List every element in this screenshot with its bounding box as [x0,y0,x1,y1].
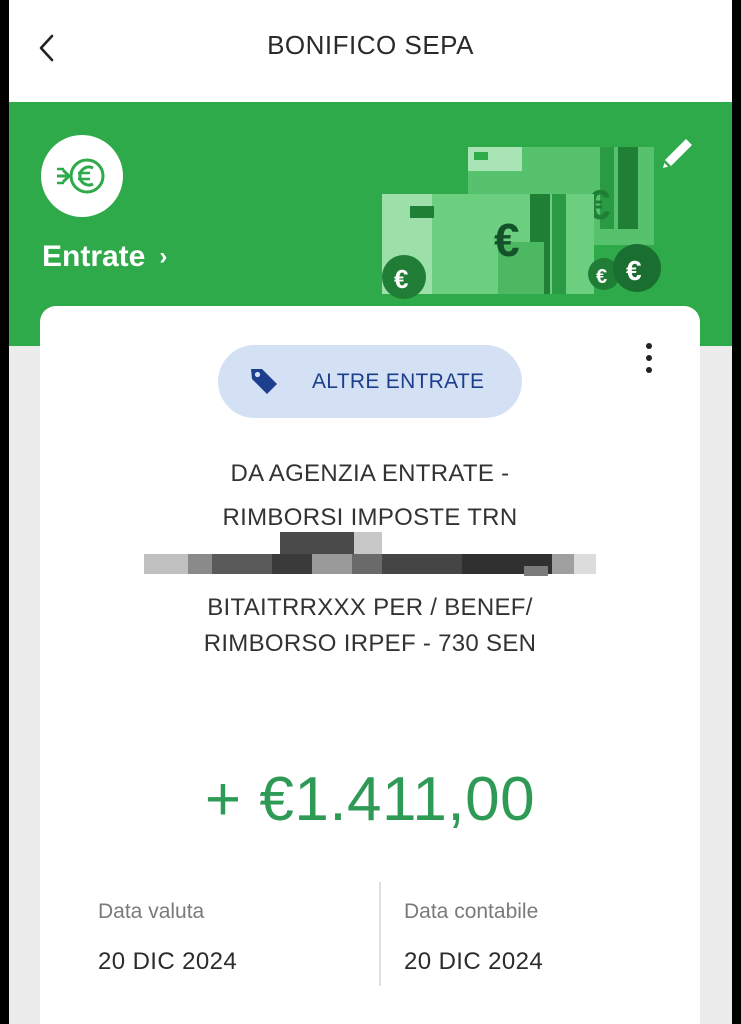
app-screen: BONIFICO SEPA Entrate › € € € € € ALTRE … [9,0,732,1024]
accounting-date: 20 DIC 2024 [404,948,544,975]
description-line: RIMBORSO IRPEF - 730 SEN [203,630,537,657]
description-line: BITAITRRXXX PER / BENEF/ [207,594,533,621]
category-link[interactable]: Entrate › [42,240,167,274]
svg-text:€: € [494,214,520,266]
svg-text:€: € [626,255,642,286]
category-tag-chip[interactable]: ALTRE ENTRATE [218,345,522,418]
value-date-label: Data valuta [98,900,205,923]
redacted-text [144,532,596,576]
pencil-icon [663,139,692,168]
more-vertical-icon [646,343,652,349]
svg-text:€: € [394,264,408,294]
tag-icon [251,369,277,394]
category-label: Entrate [42,240,146,273]
accounting-date-label: Data contabile [404,900,539,923]
svg-text:€: € [596,266,607,288]
transaction-amount: + €1.411,00 [204,765,536,834]
top-bar: BONIFICO SEPA [9,0,732,102]
page-title: BONIFICO SEPA [267,30,474,60]
category-tag-label: ALTRE ENTRATE [312,370,485,393]
transaction-card: ALTRE ENTRATE DA AGENZIA ENTRATE - RIMBO… [40,306,700,1024]
money-illustration: € € € € € [382,147,661,299]
chevron-right-icon: › [159,243,168,270]
incoming-euro-icon [41,135,123,217]
more-options-button[interactable] [636,336,662,380]
description-line: DA AGENZIA ENTRATE - [230,460,510,487]
edit-button[interactable] [655,132,699,176]
divider [379,882,381,986]
value-date: 20 DIC 2024 [98,948,238,975]
description-line: RIMBORSI IMPOSTE TRN [222,504,518,531]
